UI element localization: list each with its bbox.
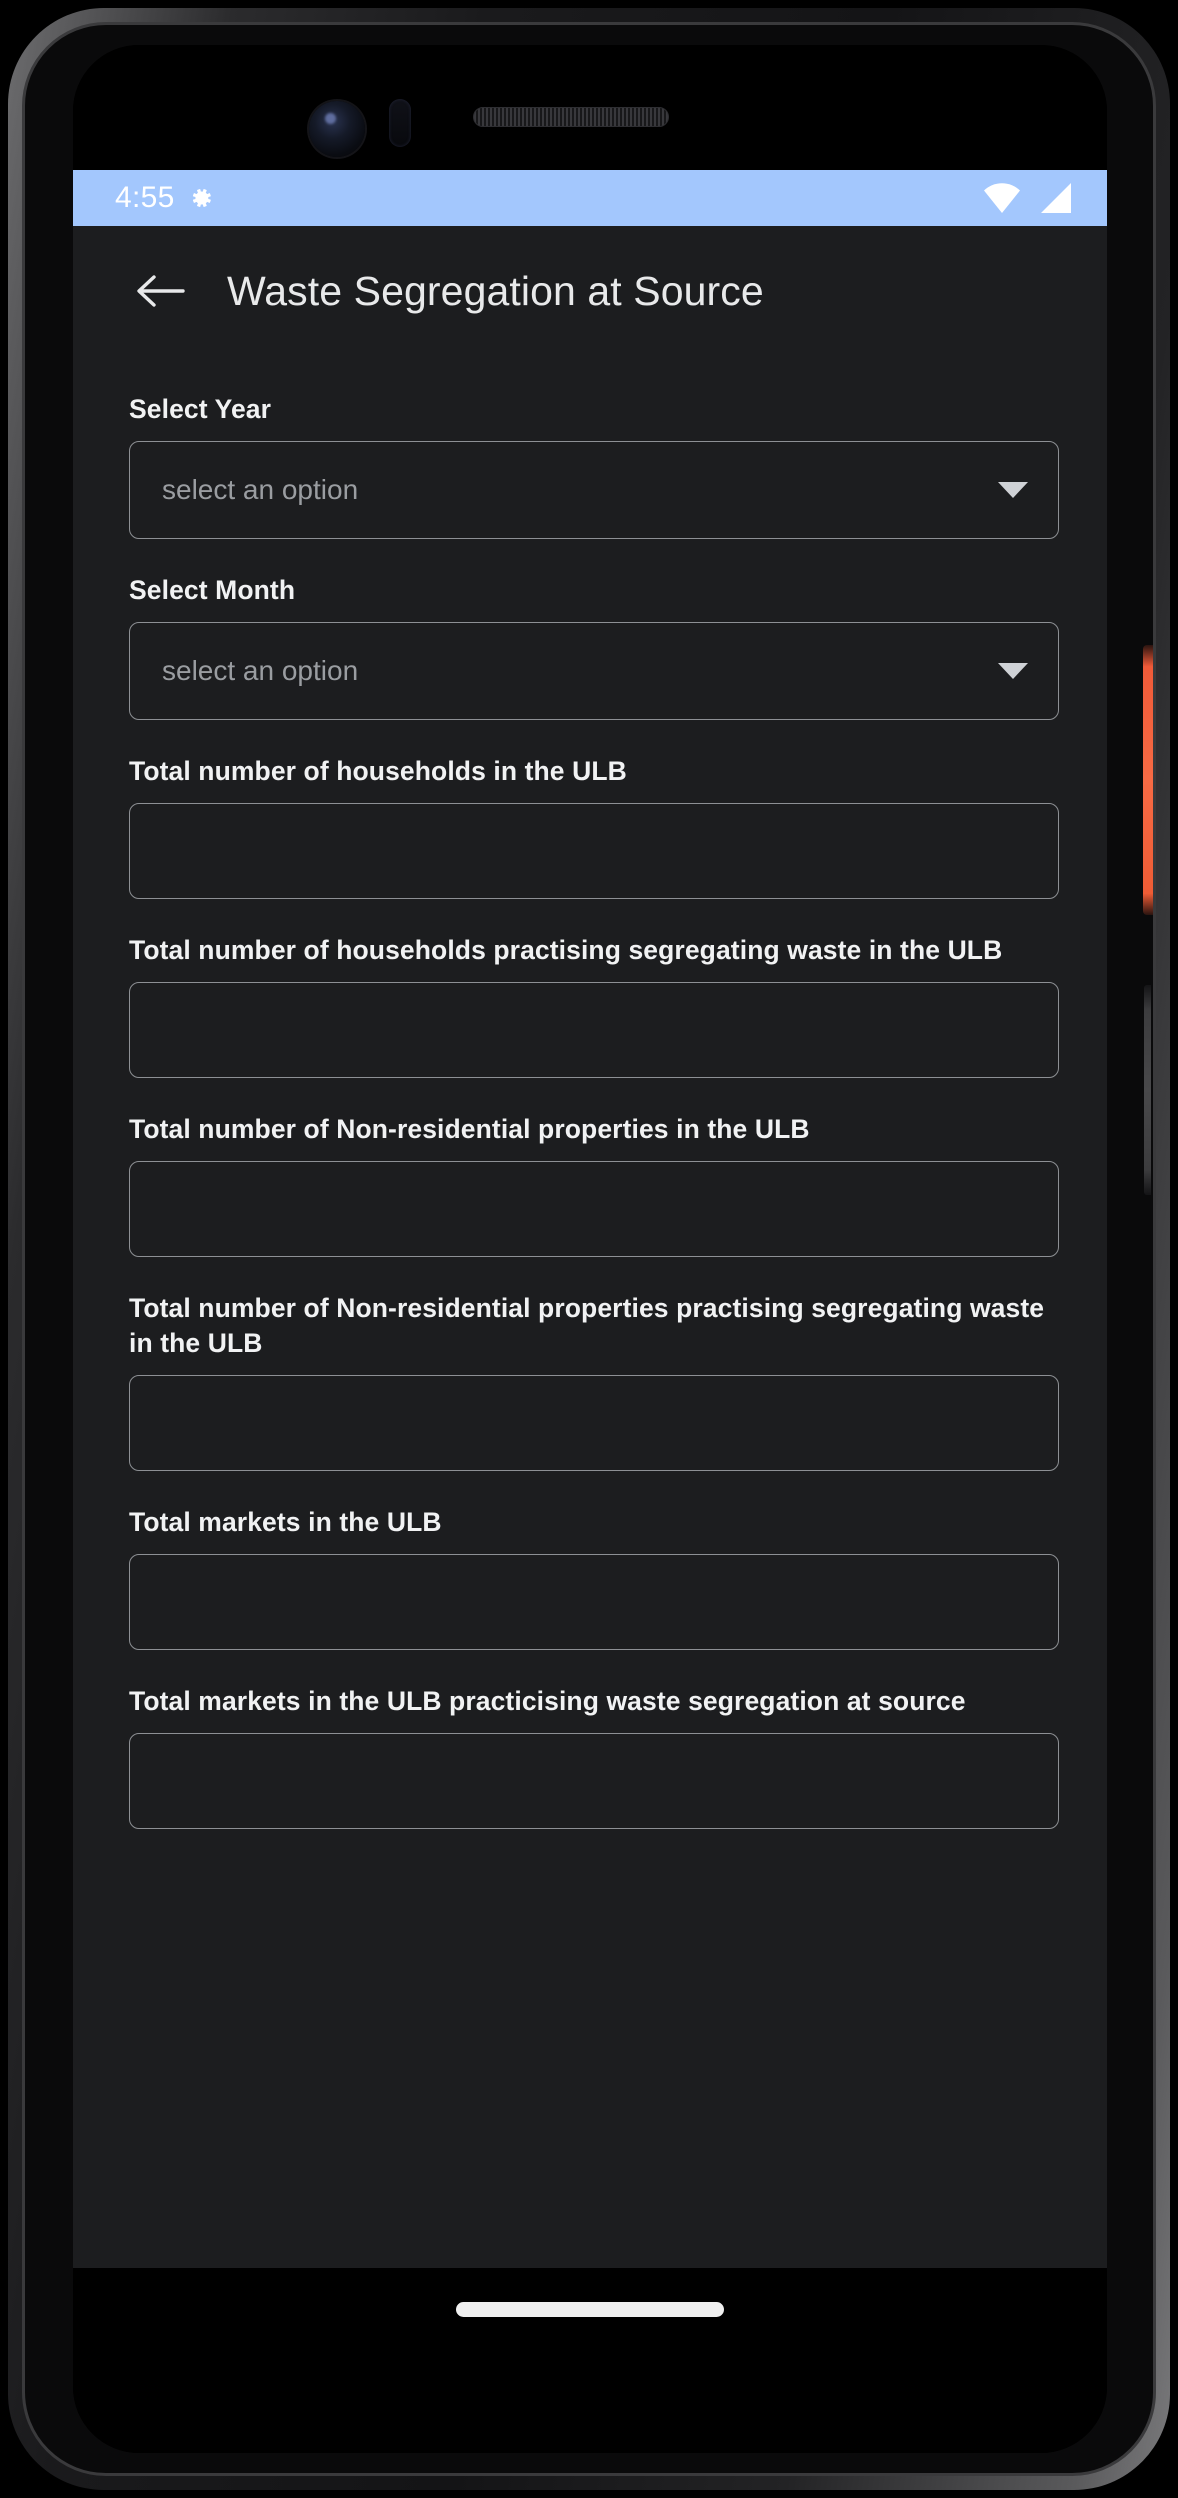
page-title: Waste Segregation at Source bbox=[227, 267, 764, 314]
volume-button[interactable] bbox=[1144, 985, 1151, 1195]
label-total-markets: Total markets in the ULB bbox=[129, 1506, 442, 1537]
waste-segregation-form: Select Year select an option Select Mont… bbox=[73, 356, 1107, 1829]
households-segregating-input[interactable] bbox=[129, 981, 1059, 1078]
status-bar: 4:55 bbox=[73, 170, 1107, 226]
field-households-segregating: Total number of households practising se… bbox=[129, 933, 1059, 1078]
wifi-icon bbox=[981, 181, 1023, 215]
label-markets-segregating: Total markets in the ULB practicising wa… bbox=[129, 1685, 966, 1716]
home-gesture-pill[interactable] bbox=[456, 2302, 724, 2317]
gear-icon bbox=[188, 185, 214, 211]
field-total-households: Total number of households in the ULB bbox=[129, 754, 1059, 899]
field-markets-segregating: Total markets in the ULB practicising wa… bbox=[129, 1684, 1059, 1829]
status-bar-clock: 4:55 bbox=[115, 181, 175, 214]
phone-bezel: 4:55 Waste Segregation at Source Select … bbox=[22, 22, 1156, 2476]
phone-device-frame: 4:55 Waste Segregation at Source Select … bbox=[8, 8, 1170, 2490]
select-year-placeholder: select an option bbox=[162, 473, 359, 505]
phone-screen: 4:55 Waste Segregation at Source Select … bbox=[73, 45, 1107, 2453]
label-non-residential-segregating: Total number of Non-residential properti… bbox=[129, 1292, 1045, 1358]
front-camera-icon bbox=[309, 101, 365, 157]
select-year-dropdown[interactable]: select an option bbox=[129, 440, 1059, 539]
label-non-residential-properties: Total number of Non-residential properti… bbox=[129, 1113, 810, 1144]
total-markets-input[interactable] bbox=[129, 1553, 1059, 1650]
markets-segregating-input[interactable] bbox=[129, 1732, 1059, 1829]
chevron-down-icon bbox=[998, 481, 1028, 498]
select-month-dropdown[interactable]: select an option bbox=[129, 621, 1059, 720]
field-select-month: Select Month select an option bbox=[129, 573, 1059, 720]
status-bar-right bbox=[981, 181, 1073, 215]
app-content: Waste Segregation at Source Select Year … bbox=[73, 226, 1107, 2268]
label-total-households: Total number of households in the ULB bbox=[129, 755, 627, 786]
back-button[interactable] bbox=[129, 260, 191, 322]
field-select-year: Select Year select an option bbox=[129, 392, 1059, 539]
camera-glint bbox=[325, 113, 336, 124]
non-residential-properties-input[interactable] bbox=[129, 1160, 1059, 1257]
non-residential-segregating-input[interactable] bbox=[129, 1374, 1059, 1471]
app-bar: Waste Segregation at Source bbox=[73, 226, 1107, 356]
power-button[interactable] bbox=[1143, 645, 1153, 915]
status-bar-left: 4:55 bbox=[115, 181, 214, 215]
top-bezel bbox=[73, 45, 1107, 170]
system-navigation-bar bbox=[73, 2268, 1107, 2453]
label-select-year: Select Year bbox=[129, 394, 272, 424]
earpiece-speaker-grille bbox=[473, 107, 669, 127]
chevron-down-icon bbox=[998, 662, 1028, 679]
field-total-markets: Total markets in the ULB bbox=[129, 1505, 1059, 1650]
field-non-residential-segregating: Total number of Non-residential properti… bbox=[129, 1291, 1059, 1471]
label-households-segregating: Total number of households practising se… bbox=[129, 934, 1003, 965]
arrow-left-icon bbox=[137, 275, 185, 307]
proximity-sensor-icon bbox=[389, 99, 411, 147]
field-non-residential-properties: Total number of Non-residential properti… bbox=[129, 1112, 1059, 1257]
select-month-placeholder: select an option bbox=[162, 654, 359, 686]
total-households-input[interactable] bbox=[129, 802, 1059, 899]
label-select-month: Select Month bbox=[129, 574, 296, 605]
cellular-signal-icon bbox=[1037, 181, 1073, 215]
